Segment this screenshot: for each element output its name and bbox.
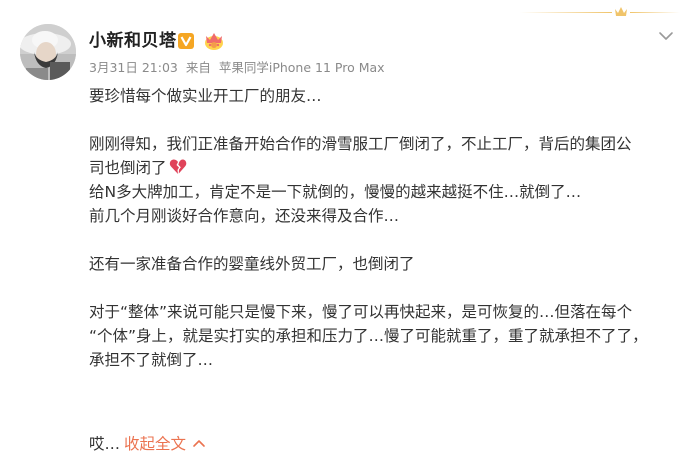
v-verified-icon [178, 33, 194, 49]
crown-deco-icon [615, 7, 627, 16]
weibo-post-card: 小新和贝塔 3月31日 21:03 来自 苹果同学iPhone 11 Pro M… [0, 0, 700, 468]
post-time[interactable]: 3月31日 21:03 [89, 60, 178, 75]
content-line: 还有一家准备合作的婴童线外贸工厂，也倒闭了 [89, 255, 415, 273]
post-meta: 3月31日 21:03 来自 苹果同学iPhone 11 Pro Max [89, 59, 389, 77]
avatar[interactable] [20, 24, 76, 80]
content-text: 司也倒闭了 [89, 159, 167, 177]
closing-text: 哎… [89, 435, 121, 453]
content-line: 前几个月刚谈好合作意向，还没来得及合作… [89, 207, 400, 225]
collapse-text-button[interactable]: 收起全文 [124, 435, 186, 453]
chevron-down-icon[interactable] [655, 30, 677, 42]
author-name[interactable]: 小新和贝塔 [89, 31, 177, 51]
content-line: 刚刚得知，我们正准备开始合作的滑雪服工厂倒闭了，不止工厂，背后的集团公 [89, 135, 632, 153]
content-line: 要珍惜每个做实业开工厂的朋友… [89, 87, 322, 105]
content-line: 给N多大牌加工，肯定不是一下就倒的，慢慢的越来越挺不住…就倒了… [89, 183, 582, 201]
post-content: 要珍惜每个做实业开工厂的朋友… 刚刚得知，我们正准备开始合作的滑雪服工厂倒闭了，… [89, 84, 689, 372]
avatar-image [20, 24, 76, 80]
content-line: 对于“整体”来说可能只是慢下来，慢了可以再快起来，是可恢复的…但落在每个 [89, 303, 633, 321]
content-line: 承担不了就倒了… [89, 351, 214, 369]
content-line: “个体”身上，就是实打实的承担和压力了…慢了可能就重了，重了就承担不了了， [89, 327, 648, 345]
decorative-line [520, 12, 612, 13]
decorative-line [630, 12, 680, 13]
chevron-up-icon[interactable] [192, 438, 206, 448]
broken-heart-icon [169, 159, 186, 174]
content-line: 司也倒闭了 [89, 156, 689, 180]
decorative-banner [520, 7, 680, 16]
post-footer: 哎… 收起全文 [89, 432, 206, 456]
crown-member-icon[interactable] [203, 31, 225, 51]
post-source[interactable]: 苹果同学iPhone 11 Pro Max [219, 60, 385, 75]
source-prefix: 来自 [185, 60, 211, 75]
